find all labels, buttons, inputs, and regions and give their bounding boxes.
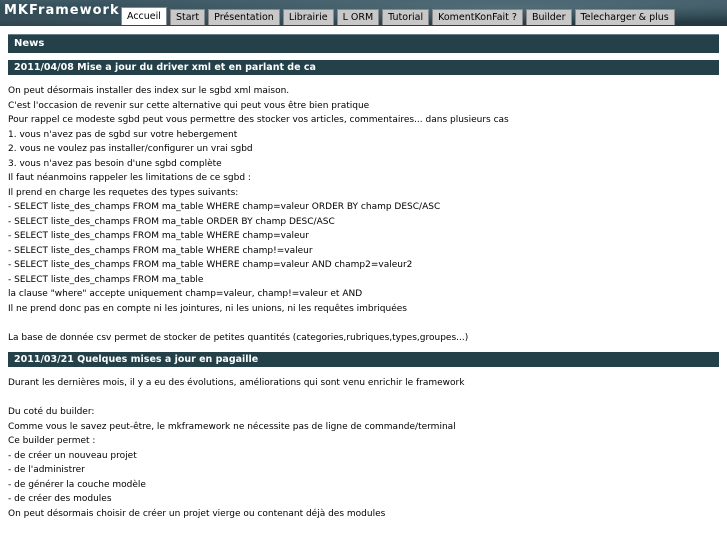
article-line: La base de donnée csv permet de stocker … <box>8 332 469 343</box>
site-logo[interactable]: MKFramework <box>4 3 120 18</box>
article-line: - SELECT liste_des_champs FROM ma_table … <box>8 216 335 227</box>
news-heading: News <box>8 34 719 53</box>
main-nav: Accueil Start Présentation Librairie L O… <box>121 7 675 25</box>
article-line: Il faut néanmoins rappeler les limitatio… <box>8 173 251 183</box>
article-body: On peut désormais installer des index su… <box>8 75 719 345</box>
article-line: - de créer des modules <box>8 494 112 504</box>
article-line: C'est l'occasion de revenir sur cette al… <box>8 100 370 111</box>
news-article: 2011/04/08 Mise a jour du driver xml et … <box>8 60 719 345</box>
tab-tutorial[interactable]: Tutorial <box>382 9 430 25</box>
tab-librairie[interactable]: Librairie <box>282 9 334 25</box>
tab-telecharger[interactable]: Telecharger & plus <box>574 9 675 25</box>
article-line: Ce builder permet : <box>8 436 96 446</box>
news-article: 2011/03/21 Quelques mises a jour en paga… <box>8 352 719 521</box>
article-line: Il ne prend donc pas en compte ni les jo… <box>8 303 407 314</box>
article-line <box>8 391 719 406</box>
tab-builder[interactable]: Builder <box>525 9 572 25</box>
article-line: On peut désormais choisir de créer un pr… <box>8 508 386 519</box>
article-line: Durant les dernières mois, il y a eu des… <box>8 378 465 388</box>
article-line: - SELECT liste_des_champs FROM ma_table … <box>8 245 313 256</box>
article-line: 2. vous ne voulez pas installer/configur… <box>8 144 253 154</box>
article-line: 1. vous n'avez pas de sgbd sur votre heb… <box>8 129 238 140</box>
tab-presentation[interactable]: Présentation <box>208 9 280 25</box>
article-line: 3. vous n'avez pas besoin d'une sgbd com… <box>8 158 222 169</box>
tab-start[interactable]: Start <box>169 9 206 25</box>
site-header: MKFramework Accueil Start Présentation L… <box>0 0 727 26</box>
article-line: Il prend en charge les requetes des type… <box>8 187 239 198</box>
article-body: Durant les dernières mois, il y a eu des… <box>8 367 719 521</box>
tab-orm[interactable]: L ORM <box>336 9 380 25</box>
article-line: Comme vous le savez peut-être, le mkfram… <box>8 421 456 432</box>
main-content: News 2011/04/08 Mise a jour du driver xm… <box>8 34 719 521</box>
article-line: - SELECT liste_des_champs FROM ma_table … <box>8 260 413 270</box>
article-line: - SELECT liste_des_champs FROM ma_table … <box>8 231 309 241</box>
article-line: Du coté du builder: <box>8 407 95 417</box>
article-line: - de générer la couche modèle <box>8 479 146 490</box>
article-title[interactable]: 2011/04/08 Mise a jour du driver xml et … <box>8 60 719 75</box>
article-line: On peut désormais installer des index su… <box>8 86 290 96</box>
article-line: - SELECT liste_des_champs FROM ma_table … <box>8 202 441 212</box>
tab-komentkonfait[interactable]: KomentKonFait ? <box>432 9 523 25</box>
article-line: - de créer un nouveau projet <box>8 450 137 461</box>
article-line: la clause "where" accepte uniquement cha… <box>8 289 363 299</box>
article-line: Pour rappel ce modeste sgbd peut vous pe… <box>8 115 509 125</box>
article-title[interactable]: 2011/03/21 Quelques mises a jour en paga… <box>8 352 719 367</box>
article-line: - SELECT liste_des_champs FROM ma_table <box>8 274 204 285</box>
tab-accueil[interactable]: Accueil <box>121 7 167 25</box>
article-line <box>8 316 719 331</box>
article-line: - de l'administrer <box>8 465 85 475</box>
